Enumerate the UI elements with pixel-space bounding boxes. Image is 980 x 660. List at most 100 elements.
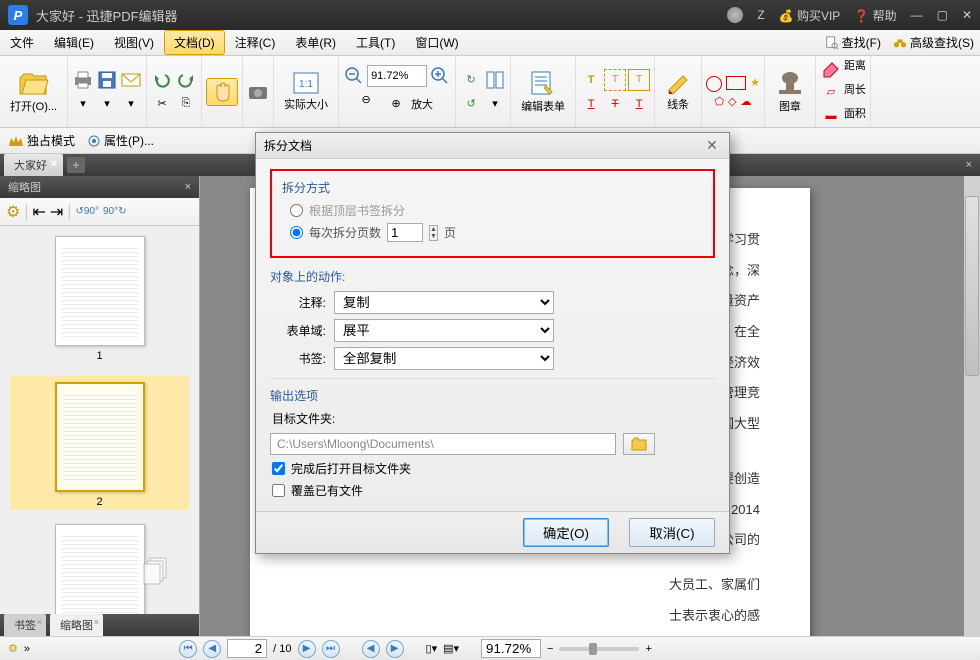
panel-close-icon[interactable]: × bbox=[185, 181, 191, 193]
distance-label[interactable]: 距离 bbox=[844, 57, 866, 79]
user-letter[interactable]: Z bbox=[757, 8, 764, 22]
highlight-icon[interactable]: T bbox=[580, 93, 602, 115]
exclusive-mode-button[interactable]: 独占模式 bbox=[8, 132, 75, 149]
undo-icon[interactable] bbox=[151, 69, 173, 91]
spinner-buttons[interactable]: ▲▼ bbox=[429, 225, 438, 241]
thumbnail-1[interactable]: 1 bbox=[10, 236, 189, 362]
zoom-out-icon[interactable] bbox=[343, 65, 365, 87]
thumbnail-2[interactable]: 2 bbox=[10, 376, 189, 510]
select-formfields[interactable]: 展平 bbox=[334, 319, 554, 342]
checkbox-overwrite-input[interactable] bbox=[272, 484, 285, 497]
rotate-icon[interactable]: ↻ bbox=[460, 69, 482, 91]
stamp-button[interactable]: 图章 bbox=[769, 66, 811, 118]
panel-tab-thumbnails[interactable]: 缩略图× bbox=[50, 614, 103, 636]
lines-button[interactable]: 线条 bbox=[659, 68, 697, 116]
actual-size-button[interactable]: 1:1 实际大小 bbox=[278, 68, 334, 116]
rotate-ccw-icon[interactable]: ↺90° bbox=[75, 206, 99, 217]
email-icon[interactable] bbox=[120, 69, 142, 91]
dropdown-icon[interactable]: ▾ bbox=[120, 93, 142, 115]
menu-tools[interactable]: 工具(T) bbox=[346, 30, 405, 55]
tab-close-icon[interactable]: × bbox=[51, 158, 57, 170]
collapse-icon[interactable]: ⇤ bbox=[33, 202, 46, 222]
chevron-down-icon[interactable]: » bbox=[24, 643, 30, 655]
next-page-button[interactable]: ▶ bbox=[298, 640, 316, 658]
open-button[interactable]: 打开(O)... bbox=[4, 66, 63, 118]
zoom-slider[interactable] bbox=[559, 647, 639, 651]
cut-icon[interactable]: ✂ bbox=[151, 93, 173, 115]
copy-icon[interactable]: ⎘ bbox=[175, 93, 197, 115]
perimeter-icon[interactable]: ▱ bbox=[820, 81, 842, 103]
nav-back-button[interactable]: ◀ bbox=[362, 640, 380, 658]
help-button[interactable]: ❓ 帮助 bbox=[854, 7, 896, 24]
menu-window[interactable]: 窗口(W) bbox=[405, 30, 468, 55]
text-tool-icon[interactable]: T bbox=[604, 69, 626, 91]
menu-document[interactable]: 文档(D) bbox=[164, 30, 225, 55]
zoom-out-icon[interactable]: ⊖ bbox=[355, 89, 377, 111]
properties-button[interactable]: 属性(P)... bbox=[87, 132, 154, 149]
pages-per-split-input[interactable] bbox=[387, 223, 423, 242]
menu-view[interactable]: 视图(V) bbox=[104, 30, 164, 55]
scrollbar-thumb[interactable] bbox=[965, 196, 979, 376]
page-number-input[interactable] bbox=[227, 639, 267, 658]
globe-icon[interactable] bbox=[727, 7, 743, 23]
add-tab-button[interactable]: + bbox=[67, 157, 85, 173]
underline-icon[interactable]: T bbox=[628, 93, 650, 115]
zoom-input[interactable] bbox=[481, 639, 541, 658]
zoom-in-icon[interactable] bbox=[429, 65, 451, 87]
panel-tab-bookmarks[interactable]: 书签× bbox=[4, 614, 46, 636]
radio-bookmark-input[interactable] bbox=[290, 204, 303, 217]
hand-tool[interactable] bbox=[206, 78, 238, 106]
first-page-button[interactable]: ⏮ bbox=[179, 640, 197, 658]
zoom-input[interactable] bbox=[367, 65, 427, 87]
browse-button[interactable] bbox=[623, 433, 655, 455]
polygon-icon[interactable]: ⬠ bbox=[714, 95, 724, 108]
edit-form-button[interactable]: 编辑表单 bbox=[515, 66, 571, 118]
vertical-scrollbar[interactable] bbox=[964, 176, 980, 636]
camera-icon[interactable] bbox=[247, 81, 269, 103]
text-tool-icon[interactable]: T bbox=[580, 69, 602, 91]
tabbar-close-icon[interactable]: × bbox=[958, 159, 980, 171]
strikethrough-icon[interactable]: T bbox=[604, 93, 626, 115]
fit-icon[interactable]: ▾ bbox=[484, 93, 506, 115]
select-bookmarks[interactable]: 全部复制 bbox=[334, 347, 554, 370]
ok-button[interactable]: 确定(O) bbox=[523, 518, 609, 547]
printer-icon[interactable] bbox=[72, 69, 94, 91]
close-button[interactable]: ✕ bbox=[962, 8, 972, 22]
menu-edit[interactable]: 编辑(E) bbox=[44, 30, 104, 55]
rect-shape-icon[interactable] bbox=[726, 76, 746, 90]
circle-shape-icon[interactable] bbox=[706, 76, 722, 92]
menu-file[interactable]: 文件 bbox=[0, 30, 44, 55]
buy-vip-button[interactable]: 💰 购买VIP bbox=[779, 7, 841, 24]
advanced-find-button[interactable]: 高级查找(S) bbox=[887, 30, 980, 55]
last-page-button[interactable]: ⏭ bbox=[322, 640, 340, 658]
perimeter-label[interactable]: 周长 bbox=[844, 81, 866, 103]
cloud-icon[interactable]: ☁ bbox=[741, 95, 752, 108]
cancel-button[interactable]: 取消(C) bbox=[629, 518, 715, 547]
layout-icon[interactable]: ▤▾ bbox=[443, 642, 459, 655]
select-annotations[interactable]: 复制 bbox=[334, 291, 554, 314]
view-mode-icon[interactable]: ▯▾ bbox=[426, 642, 438, 655]
target-folder-input[interactable]: C:\Users\Mloong\Documents\ bbox=[270, 433, 616, 455]
menu-comment[interactable]: 注释(C) bbox=[225, 30, 286, 55]
area-label[interactable]: 面积 bbox=[844, 105, 866, 127]
zoom-out-button[interactable]: − bbox=[547, 643, 553, 655]
gear-icon[interactable]: ⚙ bbox=[8, 642, 18, 655]
prev-page-button[interactable]: ◀ bbox=[203, 640, 221, 658]
dropdown-icon[interactable]: ▾ bbox=[96, 93, 118, 115]
gear-icon[interactable]: ⚙ bbox=[6, 202, 20, 222]
text-box-icon[interactable]: T bbox=[628, 69, 650, 91]
rotate-cw-icon[interactable]: 90°↻ bbox=[103, 206, 127, 217]
minimize-button[interactable]: — bbox=[911, 8, 923, 22]
maximize-button[interactable]: ▢ bbox=[937, 8, 948, 22]
checkbox-overwrite[interactable]: 覆盖已有文件 bbox=[272, 482, 715, 499]
radio-by-bookmark[interactable]: 根据顶层书签拆分 bbox=[290, 202, 703, 219]
area-icon[interactable]: ▬ bbox=[820, 105, 842, 127]
zoom-in-button[interactable]: ⊕放大 bbox=[379, 89, 439, 119]
save-icon[interactable] bbox=[96, 69, 118, 91]
redo-icon[interactable] bbox=[175, 69, 197, 91]
page-layout-icon[interactable] bbox=[484, 69, 506, 91]
expand-icon[interactable]: ⇥ bbox=[50, 202, 63, 222]
zoom-in-button[interactable]: + bbox=[645, 643, 651, 655]
nav-fwd-button[interactable]: ▶ bbox=[386, 640, 404, 658]
document-tab[interactable]: 大家好 × bbox=[4, 154, 63, 176]
